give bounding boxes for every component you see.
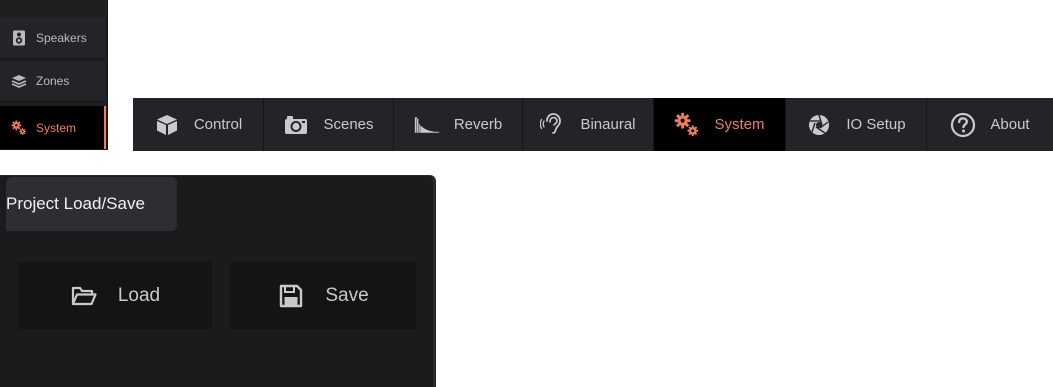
main-tab-bar: Control Scenes Reverb Binaural System IO… — [133, 98, 1053, 151]
reverb-decay-icon — [414, 112, 440, 138]
help-icon — [950, 112, 976, 138]
sidebar-item-label: System — [36, 120, 77, 135]
tab-label: IO Setup — [846, 116, 906, 133]
gears-icon — [674, 112, 700, 138]
load-button[interactable]: Load — [18, 262, 212, 329]
tab-label: System — [714, 116, 765, 133]
sidebar-item-label: Zones — [36, 74, 70, 88]
tab-label: About — [990, 116, 1030, 133]
sidebar-item-zones[interactable]: Zones — [0, 61, 105, 102]
floppy-disk-icon — [277, 282, 305, 310]
tab-label: Control — [193, 116, 243, 133]
camera-icon — [283, 112, 309, 138]
panel-title: Project Load/Save — [6, 194, 145, 213]
tab-label: Binaural — [580, 116, 636, 133]
speaker-icon — [11, 30, 27, 46]
side-navigation: Speakers Zones System — [0, 0, 108, 150]
ear-icon — [540, 112, 566, 138]
sidebar-item-speakers[interactable]: Speakers — [0, 18, 105, 59]
save-button[interactable]: Save — [230, 262, 416, 329]
aperture-icon — [806, 112, 832, 138]
tab-system[interactable]: System — [654, 98, 786, 151]
sidebar-item-label: Speakers — [36, 31, 87, 45]
folder-open-icon — [70, 282, 98, 310]
tab-io-setup[interactable]: IO Setup — [786, 98, 927, 151]
tab-reverb[interactable]: Reverb — [394, 98, 523, 151]
tab-control[interactable]: Control — [133, 98, 264, 151]
tab-scenes[interactable]: Scenes — [264, 98, 394, 151]
gears-icon — [11, 119, 27, 136]
panel-title-tab: Project Load/Save — [6, 177, 177, 231]
load-button-label: Load — [117, 284, 161, 306]
layers-icon — [11, 73, 27, 89]
side-navigation-top-edge — [0, 0, 107, 14]
tab-binaural[interactable]: Binaural — [523, 98, 654, 151]
sidebar-item-system[interactable]: System — [0, 106, 106, 150]
tab-label: Reverb — [453, 116, 503, 133]
tab-label: Scenes — [323, 116, 374, 133]
tab-about[interactable]: About — [927, 98, 1053, 151]
cube-icon — [154, 112, 180, 138]
save-button-label: Save — [325, 284, 369, 306]
